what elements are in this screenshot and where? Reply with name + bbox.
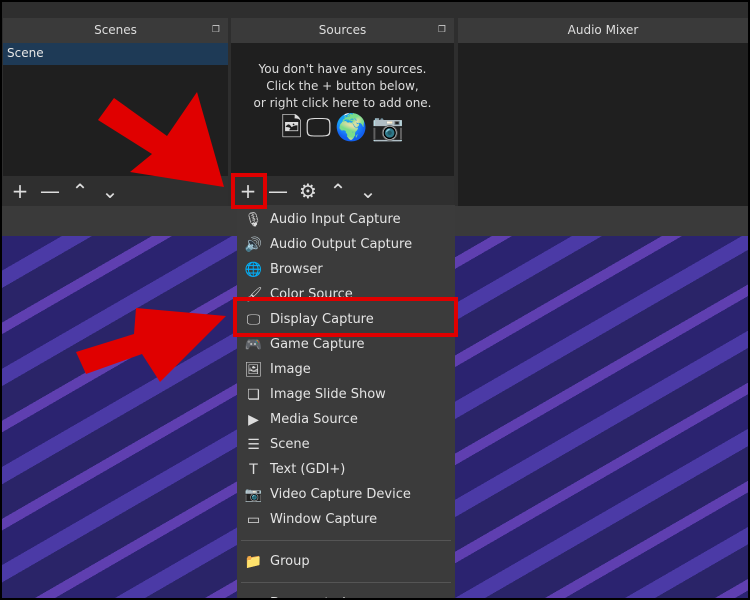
annotation-arrows bbox=[76, 92, 226, 382]
red-arrow-1 bbox=[98, 92, 224, 187]
obs-window: Scenes ❐ Scene + — ⌃ ⌄ Sources ❐ You don't… bbox=[2, 2, 748, 598]
red-arrow-2 bbox=[76, 308, 226, 382]
